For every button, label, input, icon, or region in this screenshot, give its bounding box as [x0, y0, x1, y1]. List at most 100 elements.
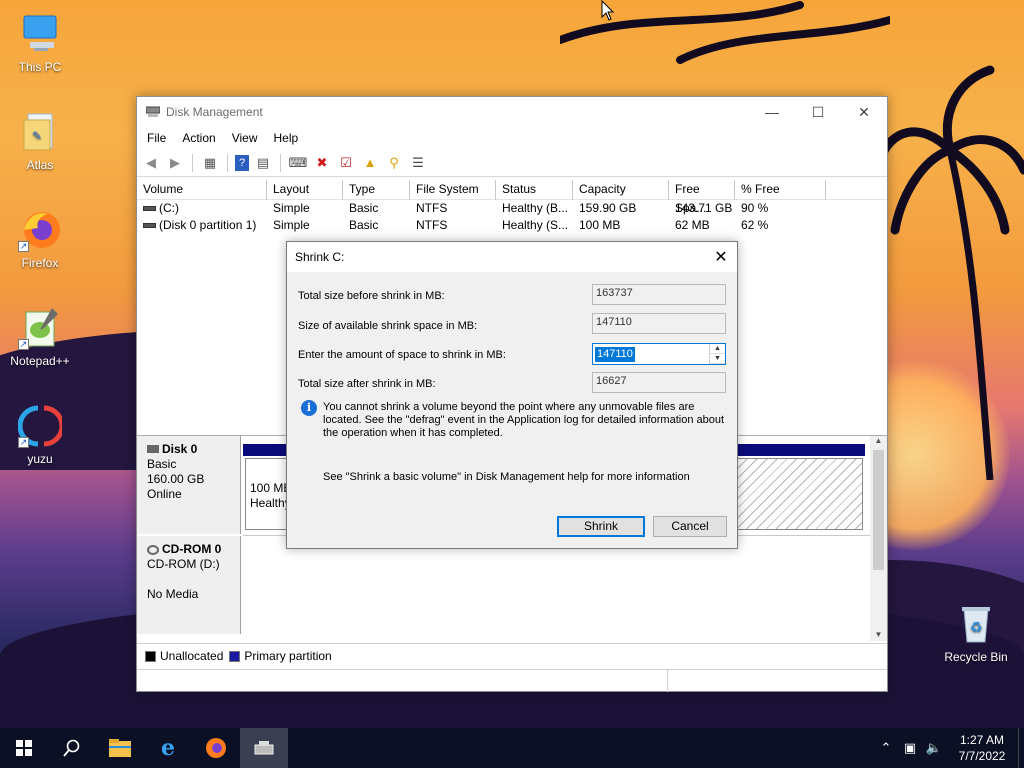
desktop-icon-label: yuzu	[27, 452, 53, 466]
shortcut-arrow-icon: ↗	[18, 241, 29, 252]
desktop-icon-label: Notepad++	[10, 354, 70, 368]
c-partition[interactable]	[737, 458, 863, 530]
total-after-field: 16627	[592, 372, 726, 393]
back-arrow-icon[interactable]: ◀	[141, 153, 161, 173]
delete-icon[interactable]: ✖	[312, 153, 332, 173]
desktop-icon-yuzu[interactable]: ↗ yuzu	[2, 404, 78, 466]
internet-explorer-icon: e	[161, 735, 175, 761]
taskbar-internet-explorer[interactable]: e	[144, 728, 192, 768]
help-icon[interactable]: ?	[235, 154, 249, 171]
percent-free-cell: 90 %	[741, 201, 769, 215]
table-row[interactable]: (Disk 0 partition 1) Simple Basic NTFS H…	[137, 217, 887, 234]
stepper-down-icon[interactable]: ▼	[710, 354, 725, 364]
taskbar-firefox[interactable]	[192, 728, 240, 768]
desktop-icon-atlas[interactable]: ✎ Atlas	[2, 110, 78, 172]
status-cell: Healthy (B...	[502, 201, 569, 215]
volume-muted-icon[interactable]: 🔈	[922, 740, 946, 756]
scroll-down-icon[interactable]: ▼	[870, 630, 887, 639]
menu-action[interactable]: Action	[174, 131, 223, 145]
scroll-thumb[interactable]	[873, 450, 884, 570]
legend-unallocated: Unallocated	[145, 649, 223, 663]
maximize-button[interactable]: ☐	[795, 97, 841, 127]
column-capacity[interactable]: Capacity	[573, 180, 669, 200]
disk-icon	[147, 445, 159, 453]
shrink-amount-stepper[interactable]: 147110 ▲ ▼	[592, 343, 726, 365]
layout-cell: Simple	[273, 201, 310, 215]
network-icon[interactable]: ▣	[898, 740, 922, 756]
dialog-title: Shrink C:	[295, 250, 345, 264]
status-cell: Healthy (S...	[502, 218, 569, 232]
close-button[interactable]: ✕	[841, 97, 887, 127]
cdrom-name: CD-ROM 0	[162, 542, 222, 556]
shortcut-arrow-icon: ↗	[18, 437, 29, 448]
window-titlebar[interactable]: Disk Management — ☐ ✕	[137, 97, 887, 127]
connect-drive-icon[interactable]: ⌨	[288, 153, 308, 173]
stepper-up-icon[interactable]: ▲	[710, 344, 725, 354]
volume-cell: (Disk 0 partition 1)	[137, 217, 267, 234]
column-status[interactable]: Status	[496, 180, 573, 200]
table-row[interactable]: (C:) Simple Basic NTFS Healthy (B... 159…	[137, 200, 887, 217]
total-before-field: 163737	[592, 284, 726, 305]
menu-help[interactable]: Help	[266, 131, 307, 145]
svg-text:✎: ✎	[32, 129, 42, 143]
cdrom-icon	[147, 544, 159, 555]
toolbar: ◀ ▶ ▦ ? ▤ ⌨ ✖ ☑ ▲ ⚲ ☰	[137, 149, 887, 177]
menu-file[interactable]: File	[139, 131, 174, 145]
column-volume[interactable]: Volume	[137, 180, 267, 200]
info-message: You cannot shrink a volume beyond the po…	[323, 401, 725, 439]
status-bar	[137, 669, 887, 692]
column-free-space[interactable]: Free Spa...	[669, 180, 735, 215]
cancel-button[interactable]: Cancel	[653, 516, 727, 537]
settings-list-icon[interactable]: ☰	[408, 153, 428, 173]
properties-icon[interactable]: ▤	[253, 153, 273, 173]
search-button[interactable]	[48, 728, 96, 768]
svg-text:♻: ♻	[970, 620, 983, 636]
dialog-titlebar[interactable]: Shrink C: ✕	[287, 242, 737, 272]
scroll-up-icon[interactable]: ▲	[870, 436, 887, 445]
export-list-icon[interactable]: ▲	[360, 153, 380, 173]
vertical-scrollbar[interactable]: ▲ ▼	[870, 436, 887, 641]
shrink-button[interactable]: Shrink	[557, 516, 645, 537]
show-hidden-icons-icon[interactable]: ⌃	[874, 740, 898, 756]
taskbar-disk-management[interactable]	[240, 728, 288, 768]
desktop-icon-notepad-plus-plus[interactable]: ↗ Notepad++	[2, 306, 78, 368]
dialog-close-icon[interactable]: ✕	[705, 247, 737, 267]
firefox-icon: ↗	[18, 208, 62, 252]
recycle-bin-icon: ♻	[954, 602, 998, 646]
column-file-system[interactable]: File System	[410, 180, 496, 200]
clock[interactable]: 1:27 AM 7/7/2022	[946, 732, 1018, 764]
percent-free-cell: 62 %	[741, 218, 769, 232]
shrink-amount-input[interactable]: 147110	[595, 347, 635, 362]
cdrom-drive: CD-ROM (D:)	[147, 557, 220, 571]
volume-cell: (C:)	[137, 200, 267, 217]
system-tray: ⌃ ▣ 🔈 1:27 AM 7/7/2022	[874, 728, 1024, 768]
volume-name: (Disk 0 partition 1)	[159, 218, 257, 232]
show-desktop-button[interactable]	[1018, 728, 1024, 768]
taskbar-file-explorer[interactable]	[96, 728, 144, 768]
column-percent-free[interactable]: % Free	[735, 180, 826, 200]
desktop-icon-label: Recycle Bin	[944, 650, 1008, 664]
column-type[interactable]: Type	[343, 180, 410, 200]
desktop-icon-recycle-bin[interactable]: ♻ Recycle Bin	[938, 602, 1014, 664]
disk-0-label[interactable]: Disk 0 Basic 160.00 GB Online	[137, 436, 241, 534]
search-folder-icon[interactable]: ⚲	[384, 153, 404, 173]
desktop-icon-firefox[interactable]: ↗ Firefox	[2, 208, 78, 270]
column-layout[interactable]: Layout	[267, 180, 343, 200]
available-field: 147110	[592, 313, 726, 334]
cdrom-0-label[interactable]: CD-ROM 0 CD-ROM (D:) No Media	[137, 536, 241, 634]
show-hide-console-tree-icon[interactable]: ▦	[200, 153, 220, 173]
menu-bar: File Action View Help	[137, 127, 887, 149]
palm-tree-right	[880, 65, 1024, 480]
desktop-icon-this-pc[interactable]: This PC	[2, 12, 78, 74]
legend-label: Unallocated	[160, 648, 224, 663]
desktop-icon-label: This PC	[18, 60, 62, 74]
file-system-cell: NTFS	[416, 201, 448, 215]
disk-management-icon	[254, 741, 274, 755]
minimize-button[interactable]: —	[749, 97, 795, 127]
computer-icon	[18, 12, 62, 56]
forward-arrow-icon[interactable]: ▶	[165, 153, 185, 173]
start-button[interactable]	[0, 728, 48, 768]
menu-view[interactable]: View	[224, 131, 266, 145]
checklist-icon[interactable]: ☑	[336, 153, 356, 173]
cdrom-media: No Media	[147, 587, 199, 601]
